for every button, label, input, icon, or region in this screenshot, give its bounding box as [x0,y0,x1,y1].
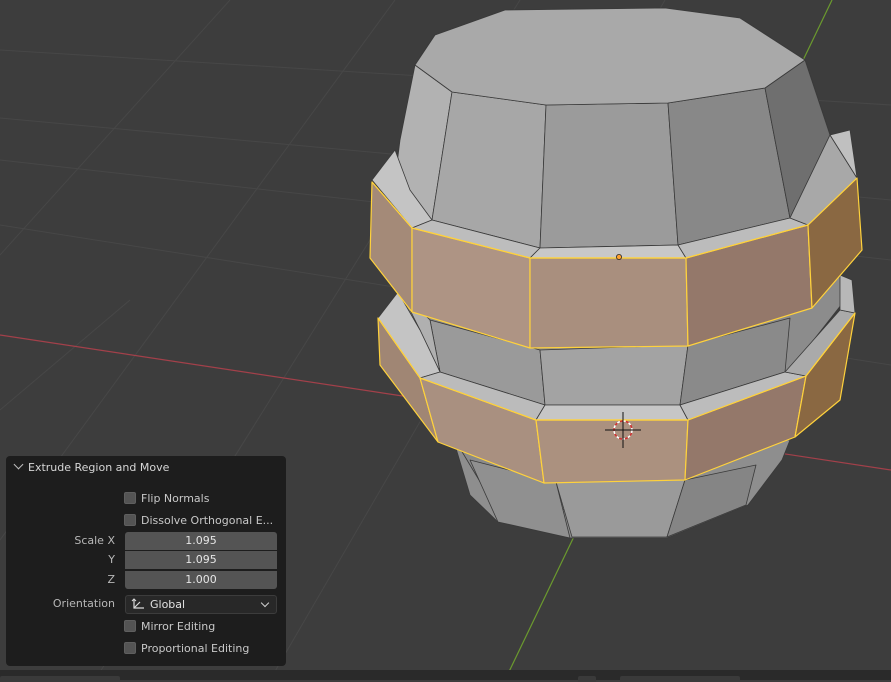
orientation-gizmo-icon [131,598,145,614]
status-bar-segment [0,676,120,682]
proportional-editing-label: Proportional Editing [141,642,250,655]
scale-x-label: Scale X [74,534,115,547]
mirror-editing-row[interactable]: Mirror Editing [6,618,286,636]
scale-y-row: Y 1.095 [6,551,286,569]
scale-z-row: Z 1.000 [6,571,286,589]
flip-normals-label: Flip Normals [141,492,210,505]
proportional-editing-checkbox[interactable] [124,642,136,654]
scale-x-field[interactable]: 1.095 [125,532,277,550]
mirror-editing-label: Mirror Editing [141,620,216,633]
chevron-down-icon[interactable] [13,459,24,470]
scale-y-field[interactable]: 1.095 [125,551,277,569]
flip-normals-checkbox[interactable] [124,492,136,504]
flip-normals-row[interactable]: Flip Normals [6,490,286,508]
orientation-dropdown[interactable]: Global [125,595,277,614]
dissolve-orthogonal-checkbox[interactable] [124,514,136,526]
active-vertex[interactable] [616,253,623,260]
scale-x-row: Scale X 1.095 [6,532,286,550]
scale-z-label: Z [107,573,115,586]
scale-y-label: Y [108,553,115,566]
orientation-value: Global [150,598,186,611]
chevron-down-icon [260,598,270,608]
mirror-editing-checkbox[interactable] [124,620,136,632]
dissolve-orthogonal-label: Dissolve Orthogonal E... [141,514,274,527]
proportional-editing-row[interactable]: Proportional Editing [6,640,286,658]
dissolve-orthogonal-row[interactable]: Dissolve Orthogonal E... [6,512,286,530]
orientation-label: Orientation [52,597,115,610]
status-bar-segment [578,676,596,682]
extrude-operator-panel[interactable]: Extrude Region and Move Flip Normals Dis… [6,456,286,666]
orientation-row: Orientation Global [6,595,286,614]
scale-z-field[interactable]: 1.000 [125,571,277,589]
panel-title: Extrude Region and Move [28,461,170,474]
panel-header[interactable]: Extrude Region and Move [6,456,286,480]
status-bar-segment [620,676,740,682]
status-bar [0,670,891,680]
